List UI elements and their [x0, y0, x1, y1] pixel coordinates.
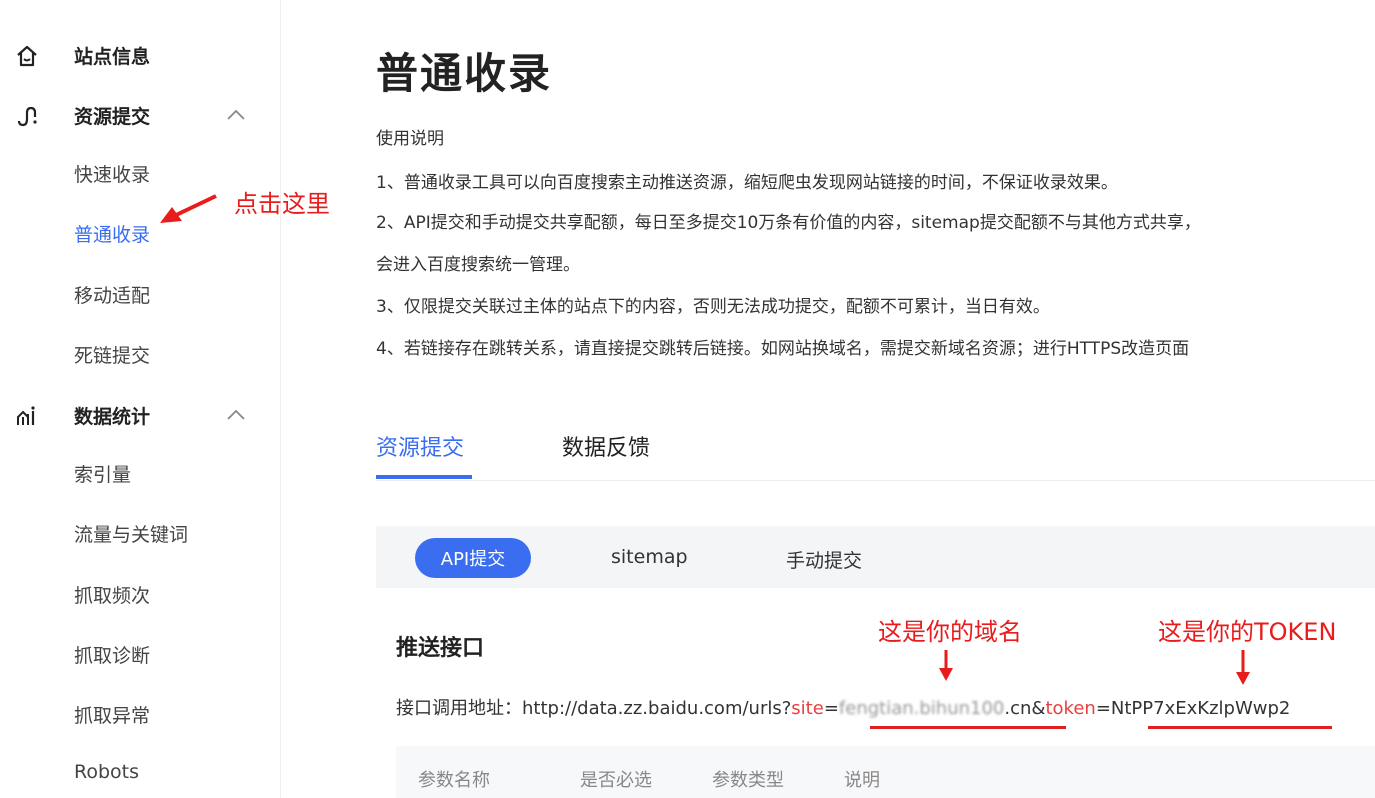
annotation-your-token: 这是你的TOKEN: [1158, 618, 1337, 646]
instruction-line: 4、若链接存在跳转关系，请直接提交跳转后链接。如网站换域名，需提交新域名资源；进…: [376, 339, 1190, 359]
params-table-header: 参数名称 是否必选 参数类型 说明: [396, 746, 1375, 798]
chevron-up-icon[interactable]: [226, 109, 246, 121]
sidebar-item-normal-index[interactable]: 普通收录: [74, 220, 150, 247]
sidebar-group-site-info[interactable]: 站点信息: [0, 35, 280, 75]
home-icon: [17, 45, 37, 67]
sidebar-item-dead-link[interactable]: 死链提交: [74, 341, 150, 368]
column-header: 是否必选: [580, 770, 652, 791]
sidebar-item-traffic-keywords[interactable]: 流量与关键词: [74, 520, 188, 547]
subtab-api-submit[interactable]: API提交: [415, 538, 531, 578]
section-title-push-api: 推送接口: [396, 636, 485, 661]
sidebar-group-resource-submit[interactable]: 资源提交: [0, 95, 280, 135]
sidebar-item-robots[interactable]: Robots: [74, 761, 139, 783]
column-header: 参数名称: [418, 770, 490, 791]
sidebar-group-label: 数据统计: [74, 405, 151, 428]
annotation-arrow-down-token: [1236, 650, 1250, 685]
sidebar-item-crawl-errors[interactable]: 抓取异常: [74, 701, 150, 728]
resource-submit-icon: [17, 106, 37, 127]
annotation-underline-token: [1148, 726, 1332, 729]
instruction-line: 1、普通收录工具可以向百度搜索主动推送资源，缩短爬虫发现网站链接的时间，不保证收…: [376, 173, 1118, 193]
subtab-manual-submit[interactable]: 手动提交: [786, 546, 862, 573]
chart-stats-icon: [17, 406, 35, 425]
equals-sign: =: [823, 698, 839, 719]
ampersand: &: [1031, 698, 1046, 719]
sidebar-item-crawl-diagnosis[interactable]: 抓取诊断: [74, 641, 150, 668]
instructions-heading: 使用说明: [376, 129, 444, 149]
sidebar-group-label: 资源提交: [74, 105, 151, 128]
column-header: 说明: [844, 770, 880, 791]
sidebar: 站点信息 资源提交 快速收录 普通收录 移动适配 死链提交 数据统计 索引量 流…: [0, 0, 281, 798]
token-value: NtPP7xExKzlpWwp2: [1110, 698, 1291, 719]
tab-data-feedback[interactable]: 数据反馈: [562, 430, 650, 462]
equals-sign: =: [1095, 698, 1111, 719]
annotation-arrow-down-domain: [939, 650, 953, 681]
annotation-arrow-left: [160, 194, 217, 223]
column-header: 参数类型: [712, 770, 784, 791]
api-endpoint-url: 接口调用地址：http://data.zz.baidu.com/urls?sit…: [396, 694, 1290, 720]
site-domain-suffix: .cn: [1004, 698, 1032, 719]
sidebar-item-index-volume[interactable]: 索引量: [74, 460, 131, 487]
sidebar-group-data-stats[interactable]: 数据统计: [0, 395, 280, 435]
active-tab-indicator: [376, 475, 472, 479]
instruction-line: 2、API提交和手动提交共享配额，每日至多提交10万条有价值的内容，sitema…: [376, 213, 1201, 233]
main-content: 普通收录 使用说明 1、普通收录工具可以向百度搜索主动推送资源，缩短爬虫发现网站…: [376, 0, 1375, 798]
subtab-sitemap[interactable]: sitemap: [611, 546, 688, 568]
annotation-click-here: 点击这里: [234, 190, 330, 218]
site-domain-blurred: fengtian.bihun100: [838, 698, 1005, 719]
tab-resource-submit[interactable]: 资源提交: [376, 430, 464, 462]
sidebar-item-crawl-frequency[interactable]: 抓取频次: [74, 581, 150, 608]
instruction-line: 会进入百度搜索统一管理。: [376, 255, 580, 275]
sidebar-item-mobile-adapt[interactable]: 移动适配: [74, 281, 150, 308]
sidebar-item-fast-index[interactable]: 快速收录: [74, 160, 150, 187]
param-site-key: site: [791, 698, 824, 719]
annotation-your-domain: 这是你的域名: [878, 618, 1022, 646]
endpoint-label: 接口调用地址：: [396, 698, 522, 719]
chevron-up-icon[interactable]: [226, 409, 246, 421]
param-token-key: token: [1045, 698, 1096, 719]
annotation-underline-domain: [870, 726, 1066, 729]
page-title: 普通收录: [376, 49, 553, 98]
endpoint-base-url: http://data.zz.baidu.com/urls?: [522, 698, 792, 719]
instruction-line: 3、仅限提交关联过主体的站点下的内容，否则无法成功提交，配额不可累计，当日有效。: [376, 297, 1050, 317]
main-tabs: 资源提交 数据反馈: [376, 420, 1375, 481]
sidebar-group-label: 站点信息: [74, 45, 151, 68]
submit-method-bar: API提交 sitemap 手动提交: [376, 526, 1375, 588]
